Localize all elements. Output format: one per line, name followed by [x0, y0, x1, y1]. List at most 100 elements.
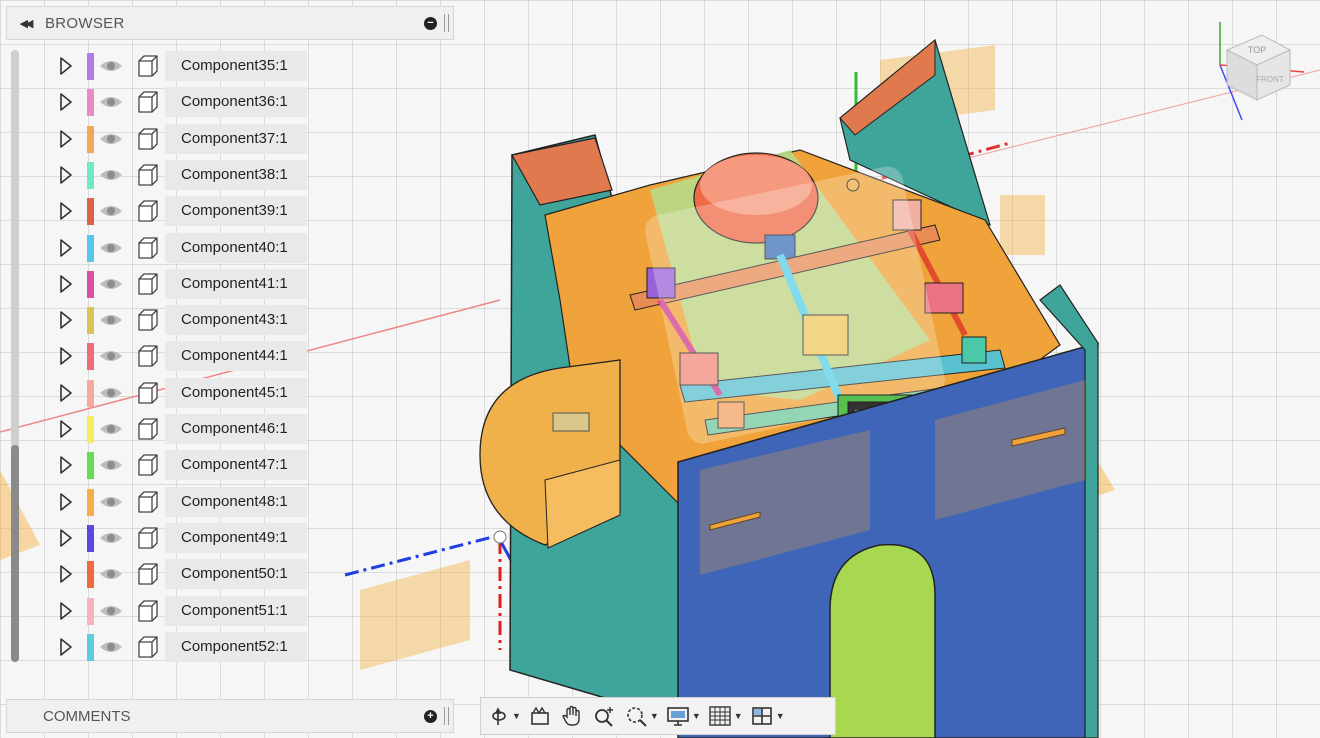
browser-tree-row[interactable]: Component36:1 — [0, 84, 310, 120]
expand-arrow-icon[interactable] — [58, 383, 74, 403]
expand-arrow-icon[interactable] — [58, 419, 74, 439]
expand-arrow-icon[interactable] — [58, 492, 74, 512]
expand-arrow-icon[interactable] — [58, 201, 74, 221]
orbit-button[interactable]: ▼ — [485, 700, 521, 732]
expand-arrow-icon[interactable] — [58, 637, 74, 657]
component-box-icon — [138, 55, 158, 77]
block-teal — [961, 336, 987, 364]
visibility-eye-icon[interactable] — [99, 419, 123, 439]
browser-tree-row[interactable]: Component45:1 — [0, 375, 310, 411]
visibility-eye-icon[interactable] — [99, 310, 123, 330]
browser-tree-row[interactable]: Component40:1 — [0, 230, 310, 266]
component-box-icon — [138, 418, 158, 440]
component-label[interactable]: Component50:1 — [165, 559, 307, 590]
visibility-eye-icon[interactable] — [99, 56, 123, 76]
component-box-icon — [138, 599, 158, 622]
visibility-eye-icon[interactable] — [99, 637, 123, 657]
component-label[interactable]: Component38:1 — [165, 159, 307, 190]
browser-tree-row[interactable]: Component46:1 — [0, 411, 310, 447]
browser-resize-grip[interactable] — [444, 14, 449, 32]
grid-settings-button[interactable]: ▼ — [707, 700, 743, 732]
component-label[interactable]: Component36:1 — [165, 87, 307, 118]
expand-arrow-icon[interactable] — [58, 92, 74, 112]
browser-tree-row[interactable]: Component41:1 — [0, 266, 310, 302]
browser-tree-row[interactable]: Component52:1 — [0, 629, 310, 665]
expand-arrow-icon[interactable] — [58, 346, 74, 366]
expand-arrow-icon[interactable] — [58, 455, 74, 475]
component-label[interactable]: Component39:1 — [165, 196, 307, 227]
component-label[interactable]: Component45:1 — [165, 377, 307, 408]
look-at-button[interactable] — [527, 700, 553, 732]
expand-arrow-icon[interactable] — [58, 601, 74, 621]
browser-tree-row[interactable]: Component50:1 — [0, 556, 310, 592]
browser-tree-row[interactable]: Component43:1 — [0, 302, 310, 338]
visibility-eye-icon[interactable] — [99, 455, 123, 475]
orbit-dropdown-icon[interactable]: ▼ — [512, 711, 521, 721]
visibility-eye-icon[interactable] — [99, 601, 123, 621]
component-label[interactable]: Component51:1 — [165, 595, 307, 626]
expand-arrow-icon[interactable] — [58, 310, 74, 330]
visibility-eye-icon[interactable] — [99, 492, 123, 512]
comments-resize-grip[interactable] — [444, 707, 449, 725]
browser-tree-row[interactable]: Component49:1 — [0, 520, 310, 556]
visibility-eye-icon[interactable] — [99, 238, 123, 258]
browser-tree-row[interactable]: Component37:1 — [0, 121, 310, 157]
fit-dropdown-icon[interactable]: ▼ — [650, 711, 659, 721]
browser-tree-row[interactable]: Component51:1 — [0, 593, 310, 629]
grid-dropdown-icon[interactable]: ▼ — [734, 711, 743, 721]
visibility-eye-icon[interactable] — [99, 201, 123, 221]
visibility-eye-icon[interactable] — [99, 528, 123, 548]
display-dropdown-icon[interactable]: ▼ — [692, 711, 701, 721]
expand-arrow-icon[interactable] — [58, 528, 74, 548]
browser-tree-row[interactable]: Component48:1 — [0, 484, 310, 520]
component-label[interactable]: Component46:1 — [165, 414, 307, 444]
visibility-eye-icon[interactable] — [99, 383, 123, 403]
origin-point-2 — [493, 530, 507, 544]
component-label[interactable]: Component49:1 — [165, 522, 307, 553]
display-settings-button[interactable]: ▼ — [665, 700, 701, 732]
fit-button[interactable]: ▼ — [623, 700, 659, 732]
expand-arrow-icon[interactable] — [58, 56, 74, 76]
component-box-icon — [138, 382, 158, 404]
visibility-eye-icon[interactable] — [99, 129, 123, 149]
viewports-dropdown-icon[interactable]: ▼ — [776, 711, 785, 721]
browser-tree-row[interactable]: Component47:1 — [0, 447, 310, 483]
expand-arrow-icon[interactable] — [58, 129, 74, 149]
component-label[interactable]: Component35:1 — [165, 51, 307, 81]
viewcube-front-label: FRONT — [1256, 75, 1284, 84]
component-label[interactable]: Component48:1 — [165, 486, 307, 517]
visibility-eye-icon[interactable] — [99, 92, 123, 112]
component-label[interactable]: Component44:1 — [165, 341, 307, 372]
visibility-eye-icon[interactable] — [99, 274, 123, 294]
component-label[interactable]: Component41:1 — [165, 268, 307, 299]
view-cube[interactable]: TOP FRONT — [1212, 20, 1312, 130]
component-label[interactable]: Component40:1 — [165, 232, 307, 263]
viewports-button[interactable]: ▼ — [749, 700, 785, 732]
expand-arrow-icon[interactable] — [58, 165, 74, 185]
browser-tree-row[interactable]: Component39:1 — [0, 193, 310, 229]
browser-panel-header: ◀◀ BROWSER − — [6, 6, 454, 40]
zoom-button[interactable] — [591, 700, 617, 732]
component-label[interactable]: Component43:1 — [165, 305, 307, 336]
component-color-swatch — [87, 234, 94, 262]
expand-arrow-icon[interactable] — [58, 564, 74, 584]
component-label[interactable]: Component52:1 — [165, 631, 307, 662]
visibility-eye-icon[interactable] — [99, 346, 123, 366]
expand-arrow-icon[interactable] — [58, 238, 74, 258]
component-label[interactable]: Component37:1 — [165, 123, 307, 154]
component-box-icon — [138, 563, 158, 585]
look-at-icon — [531, 706, 549, 725]
collapse-panel-icon[interactable]: ◀◀ — [15, 13, 35, 33]
comments-expand-button[interactable]: + — [424, 709, 437, 723]
zoom-icon — [595, 707, 613, 727]
browser-collapse-button[interactable]: − — [424, 16, 437, 30]
browser-tree-row[interactable]: Component44:1 — [0, 338, 310, 374]
visibility-eye-icon[interactable] — [99, 564, 123, 584]
browser-tree-row[interactable]: Component35:1 — [0, 48, 310, 84]
expand-arrow-icon[interactable] — [58, 274, 74, 294]
component-color-swatch — [87, 597, 94, 625]
visibility-eye-icon[interactable] — [99, 165, 123, 185]
component-label[interactable]: Component47:1 — [165, 450, 307, 481]
browser-tree-row[interactable]: Component38:1 — [0, 157, 310, 193]
pan-button[interactable] — [559, 700, 585, 732]
